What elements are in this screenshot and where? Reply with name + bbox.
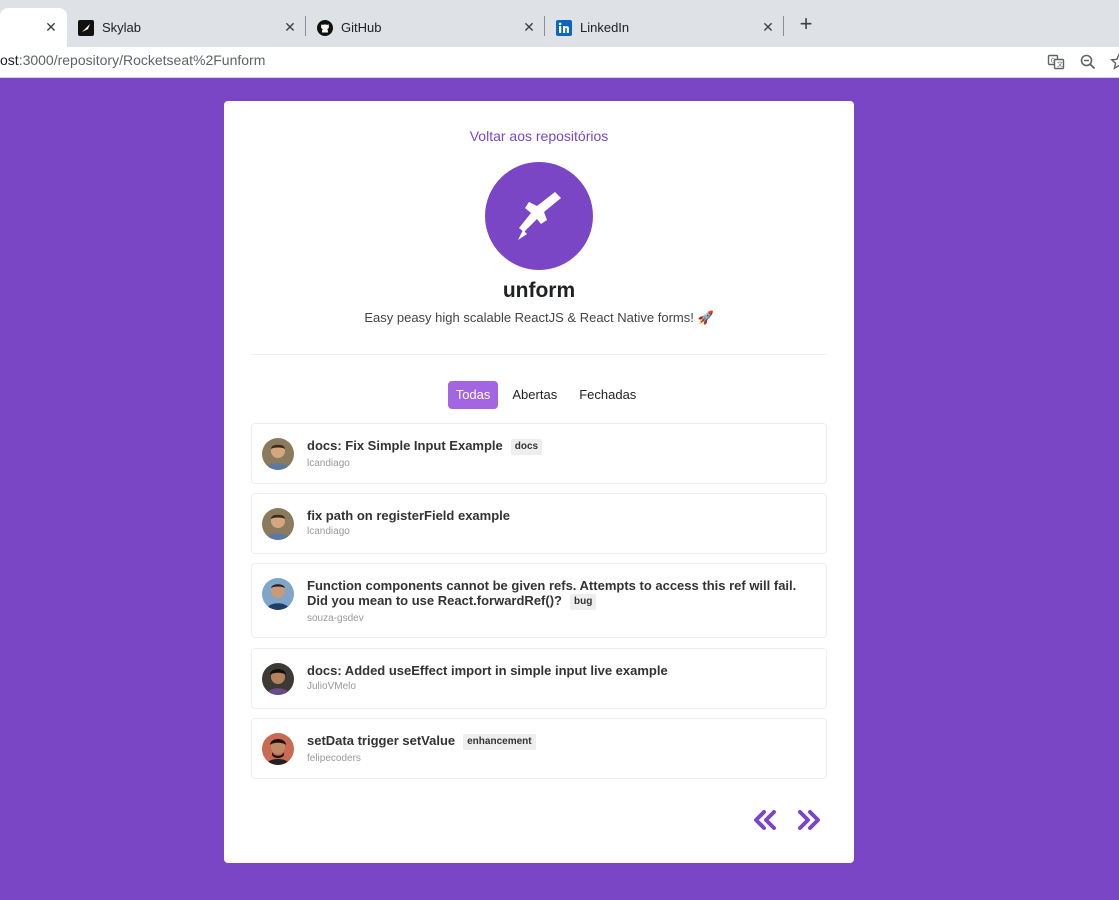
- issue-body: docs: Added useEffect import in simple i…: [307, 663, 818, 692]
- new-tab-button[interactable]: +: [796, 13, 816, 35]
- issue-title[interactable]: setData trigger setValue: [307, 733, 455, 748]
- repository-name: unform: [502, 279, 576, 302]
- previous-page-button[interactable]: [752, 808, 778, 832]
- issue-item[interactable]: setData trigger setValue enhancement feli…: [251, 718, 827, 779]
- issue-title-row: Function components cannot be given refs…: [307, 578, 818, 610]
- translate-icon[interactable]: G文: [1047, 53, 1065, 71]
- close-icon[interactable]: ✕: [520, 18, 538, 36]
- tab-title: GitHub: [341, 20, 382, 35]
- close-icon[interactable]: ✕: [759, 18, 777, 36]
- svg-text:文: 文: [1057, 61, 1063, 69]
- issue-title-row: docs: Added useEffect import in simple i…: [307, 663, 818, 678]
- skylab-icon: [78, 19, 94, 36]
- issue-label: docs: [510, 439, 543, 455]
- issue-title[interactable]: Function components cannot be given refs…: [307, 578, 796, 608]
- url-host: ost: [0, 52, 19, 68]
- owner-avatar: [485, 162, 593, 270]
- user-avatar: [262, 733, 294, 765]
- issue-author: JulioVMelo: [307, 681, 356, 692]
- user-avatar: [262, 508, 294, 540]
- issue-body: setData trigger setValue enhancement feli…: [307, 733, 818, 764]
- close-icon[interactable]: ✕: [281, 18, 299, 36]
- github-icon: [317, 19, 333, 36]
- close-icon[interactable]: ✕: [42, 18, 60, 36]
- tab-title: LinkedIn: [580, 20, 630, 35]
- linkedin-icon: [556, 19, 572, 36]
- double-chevron-right-icon: [798, 810, 820, 830]
- issue-title[interactable]: docs: Fix Simple Input Example: [307, 438, 503, 453]
- zoom-out-icon[interactable]: [1079, 53, 1097, 71]
- issue-title-row: setData trigger setValue enhancement: [307, 733, 818, 750]
- issue-title[interactable]: fix path on registerField example: [307, 508, 510, 523]
- issue-body: docs: Fix Simple Input Example docs lcand…: [307, 438, 818, 469]
- tab-active[interactable]: ✕: [0, 8, 67, 47]
- user-avatar: [262, 578, 294, 610]
- next-page-button[interactable]: [796, 808, 822, 832]
- issue-body: Function components cannot be given refs…: [307, 578, 818, 624]
- issue-label: bug: [569, 594, 597, 610]
- bookmark-star-icon[interactable]: [1110, 52, 1119, 71]
- tab-divider: [305, 16, 306, 36]
- issue-body: fix path on registerField example lcandi…: [307, 508, 818, 537]
- repository-card: Voltar aos repositórios unform Easy peas…: [224, 101, 854, 863]
- filter-all-button[interactable]: Todas: [447, 381, 499, 409]
- back-to-repositories-link[interactable]: Voltar aos repositórios: [224, 128, 854, 144]
- user-avatar: [262, 438, 294, 470]
- tab-linkedin[interactable]: LinkedIn ✕: [556, 8, 784, 47]
- tab-divider: [783, 16, 784, 36]
- browser-tab-bar: ✕ Skylab ✕ GitHub ✕ LinkedIn ✕ +: [0, 0, 1119, 47]
- issue-label: enhancement: [463, 734, 536, 750]
- tab-title: Skylab: [102, 20, 142, 35]
- issue-item[interactable]: fix path on registerField example lcandi…: [251, 493, 827, 554]
- issue-filter-group: Todas Abertas Fechadas: [224, 381, 854, 409]
- issue-title[interactable]: docs: Added useEffect import in simple i…: [307, 663, 668, 678]
- issue-author: lcandiago: [307, 458, 350, 469]
- rocketseat-logo-icon: [518, 192, 561, 240]
- divider: [251, 354, 827, 355]
- tab-divider: [544, 16, 545, 36]
- issue-item[interactable]: docs: Fix Simple Input Example docs lcand…: [251, 423, 827, 484]
- issue-title-row: fix path on registerField example: [307, 508, 818, 523]
- svg-text:G: G: [1051, 58, 1056, 65]
- double-chevron-left-icon: [754, 810, 776, 830]
- filter-closed-button[interactable]: Fechadas: [571, 381, 644, 409]
- address-bar[interactable]: ost:3000/repository/Rocketseat%2Funform …: [0, 47, 1119, 78]
- tab-skylab[interactable]: Skylab ✕: [78, 8, 306, 47]
- issue-title-row: docs: Fix Simple Input Example docs: [307, 438, 818, 455]
- tab-github[interactable]: GitHub ✕: [317, 8, 545, 47]
- issue-author: souza-gsdev: [307, 613, 364, 624]
- issue-item[interactable]: docs: Added useEffect import in simple i…: [251, 648, 827, 709]
- repository-description: Easy peasy high scalable ReactJS & React…: [364, 310, 714, 325]
- url-path: :3000/repository/Rocketseat%2Funform: [18, 52, 266, 68]
- issue-author: felipecoders: [307, 753, 361, 764]
- filter-open-button[interactable]: Abertas: [504, 381, 565, 409]
- issue-author: lcandiago: [307, 526, 350, 537]
- issue-item[interactable]: Function components cannot be given refs…: [251, 563, 827, 638]
- user-avatar: [262, 663, 294, 695]
- url-text[interactable]: ost:3000/repository/Rocketseat%2Funform: [0, 52, 265, 68]
